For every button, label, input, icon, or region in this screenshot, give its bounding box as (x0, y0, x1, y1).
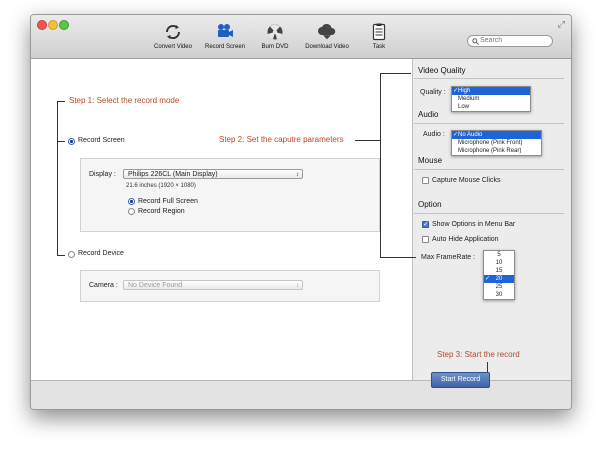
camera-label: Camera : (89, 282, 118, 289)
divider (414, 169, 564, 170)
fullscreen-icon[interactable]: ⤢ (558, 19, 565, 30)
display-info: 21.6 inches (1920 × 1080) (126, 183, 196, 189)
step1-text: Select the record mode (96, 96, 180, 105)
auto-hide-label: Auto Hide Application (432, 236, 499, 243)
start-record-button[interactable]: Start Record (431, 372, 490, 388)
step3-annotation: Step 3: Start the record (437, 350, 520, 359)
zoom-window-button[interactable] (59, 20, 69, 30)
step2-bracket-top (380, 73, 411, 74)
step2-bracket-bottom (380, 257, 416, 258)
toolbar: ⤢ Convert Video Record Screen Burn DVD D… (31, 15, 571, 59)
mouse-title: Mouse (418, 156, 443, 165)
framerate-option-selected[interactable]: 20 (484, 275, 514, 283)
capture-mouse-checkbox[interactable] (422, 177, 429, 184)
framerate-option[interactable]: 10 (484, 259, 514, 267)
minimize-window-button[interactable] (48, 20, 58, 30)
record-region-label: Record Region (138, 208, 185, 215)
display-select[interactable]: Philips 226CL (Main Display) ↕ (123, 169, 303, 179)
convert-video-button[interactable]: Convert Video (143, 23, 203, 50)
step3-number: Step 3: (437, 350, 463, 359)
step1-bracket-top (57, 101, 65, 102)
step2-bracket-line (380, 73, 381, 258)
record-region-radio[interactable] (128, 208, 135, 215)
option-title: Option (418, 200, 442, 209)
quality-option-high[interactable]: High (452, 87, 530, 95)
audio-title: Audio (418, 110, 439, 119)
record-device-radio[interactable] (68, 251, 75, 258)
framerate-option[interactable]: 30 (484, 291, 514, 299)
step1-annotation: Step 1: Select the record mode (69, 96, 179, 105)
video-quality-title: Video Quality (418, 66, 466, 75)
auto-hide-checkbox[interactable] (422, 236, 429, 243)
step1-bracket-line (57, 101, 58, 256)
record-full-screen-label: Record Full Screen (138, 198, 198, 205)
search-placeholder: Search (480, 37, 503, 44)
step1-number: Step 1: (69, 96, 95, 105)
step2-annotation: Step 2: Set the caputre parameters (219, 135, 344, 144)
show-options-checkbox[interactable]: ✓ (422, 221, 429, 228)
burn-dvd-button[interactable]: Burn DVD (245, 23, 305, 50)
audio-list[interactable]: No Audio Microphone (Pink Front) Microph… (451, 130, 542, 156)
step3-connector (487, 362, 488, 372)
audio-label: Audio : (423, 131, 445, 138)
display-value: Philips 226CL (Main Display) (128, 171, 218, 178)
step2-connector (355, 140, 380, 141)
divider (414, 213, 564, 214)
camera-value: No Device Found (128, 282, 183, 289)
burn-dvd-icon (267, 24, 283, 40)
convert-video-label: Convert Video (154, 44, 192, 50)
record-screen-radio[interactable] (68, 138, 75, 145)
download-video-label: Download Video (305, 44, 349, 50)
search-input[interactable]: Search (467, 35, 553, 47)
record-full-screen-radio[interactable] (128, 198, 135, 205)
step2-text: Set the caputre parameters (246, 135, 344, 144)
framerate-label: Max FrameRate : (421, 254, 476, 261)
quality-option-low[interactable]: Low (452, 103, 530, 111)
task-icon (372, 23, 386, 41)
show-options-label: Show Options in Menu Bar (432, 221, 516, 228)
task-label: Task (372, 44, 386, 50)
record-screen-icon (218, 24, 233, 37)
quality-label: Quality : (420, 89, 446, 96)
framerate-option[interactable]: 15 (484, 267, 514, 275)
record-device-mode-label: Record Device (78, 250, 124, 257)
close-window-button[interactable] (37, 20, 47, 30)
framerate-list[interactable]: 5 10 15 20 25 30 (483, 250, 515, 300)
step2-number: Step 2: (219, 135, 245, 144)
divider (414, 123, 564, 124)
divider (414, 78, 564, 79)
bottom-bar (31, 380, 571, 409)
framerate-option[interactable]: 25 (484, 283, 514, 291)
framerate-option[interactable]: 5 (484, 251, 514, 259)
download-video-icon (318, 23, 336, 40)
convert-icon (165, 24, 181, 40)
burn-dvd-label: Burn DVD (261, 44, 289, 50)
audio-option-mic-front[interactable]: Microphone (Pink Front) (452, 139, 541, 147)
record-screen-mode-label: Record Screen (78, 137, 125, 144)
audio-option-mic-rear[interactable]: Microphone (Pink Rear) (452, 147, 541, 155)
step3-text: Start the record (464, 350, 520, 359)
display-label: Display : (89, 171, 116, 178)
capture-mouse-label: Capture Mouse Clicks (432, 177, 501, 184)
select-arrows-icon: ↕ (296, 172, 299, 178)
camera-select[interactable]: No Device Found ↕ (123, 280, 303, 290)
step1-bracket-bottom (57, 255, 65, 256)
search-icon (472, 38, 479, 45)
audio-option-no-audio[interactable]: No Audio (452, 131, 541, 139)
task-button[interactable]: Task (349, 23, 409, 50)
step1-bracket-mid (57, 141, 65, 142)
download-video-button[interactable]: Download Video (297, 23, 357, 50)
select-arrows-icon: ↕ (296, 283, 299, 289)
quality-option-medium[interactable]: Medium (452, 95, 530, 103)
quality-list[interactable]: High Medium Low (451, 86, 531, 112)
